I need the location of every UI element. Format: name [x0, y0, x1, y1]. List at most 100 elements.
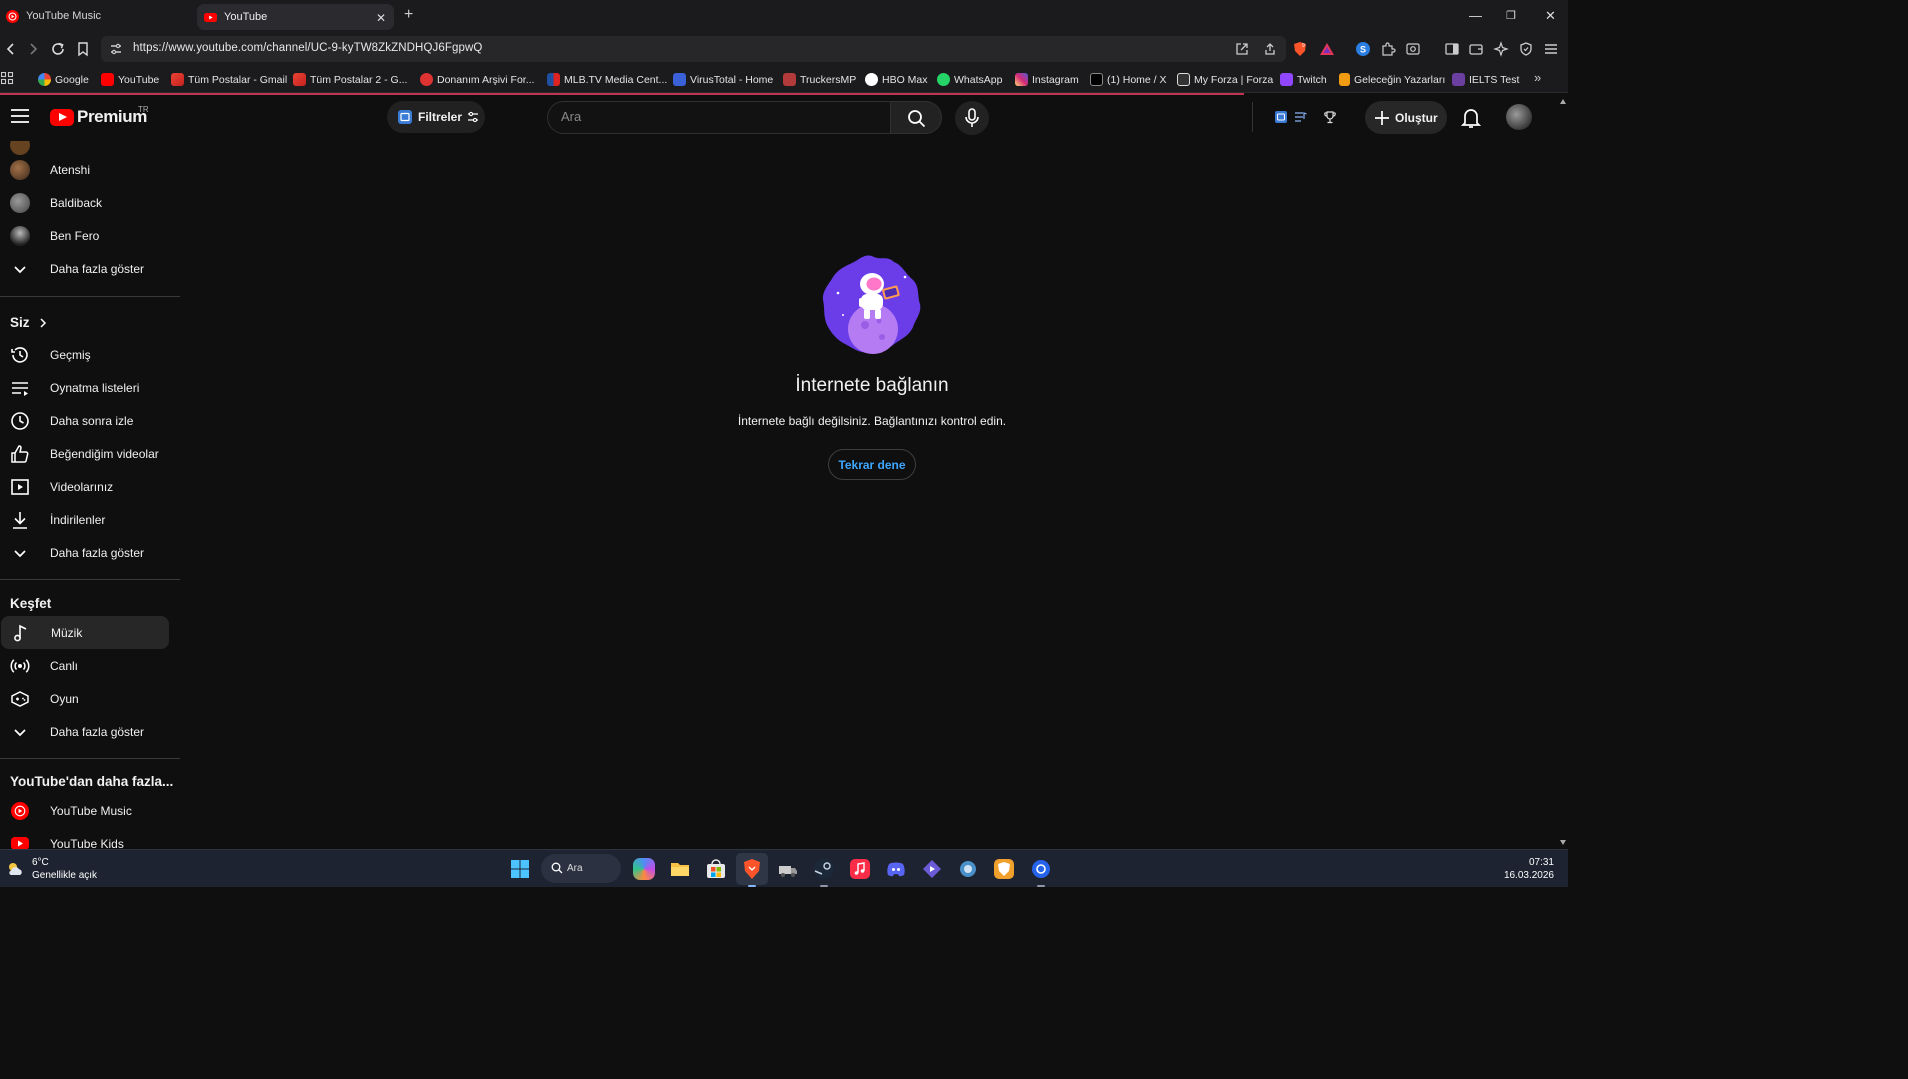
- extensions-puzzle-icon[interactable]: [1380, 41, 1396, 57]
- leo-ai-icon[interactable]: [1493, 41, 1509, 57]
- sidebar-item-label: Oyun: [50, 691, 79, 706]
- steam-icon[interactable]: [813, 858, 835, 880]
- sidebar-item-liked-videos[interactable]: Beğendiğim videolar: [0, 437, 168, 470]
- restore-window-button[interactable]: ❐: [1506, 9, 1516, 22]
- windows-start-icon[interactable]: [509, 858, 531, 880]
- bookmark-gmail[interactable]: Tüm Postalar - Gmail: [171, 71, 287, 88]
- gmail-icon: [293, 73, 306, 86]
- copilot-icon[interactable]: [633, 858, 655, 880]
- account-avatar[interactable]: [1506, 104, 1532, 130]
- you-section-header[interactable]: Siz: [10, 315, 48, 330]
- bookmark-ielts-test[interactable]: IELTS Test: [1452, 71, 1519, 88]
- url-text[interactable]: https://www.youtube.com/channel/UC-9-kyT…: [133, 42, 482, 54]
- truck-game-icon[interactable]: [777, 858, 799, 880]
- weather-widget[interactable]: 6°C Genellikle açık: [6, 856, 97, 882]
- settings-app-icon[interactable]: [1030, 858, 1052, 880]
- notifications-bell-icon[interactable]: [1461, 107, 1481, 129]
- show-more-explore-button[interactable]: Daha fazla göster: [0, 715, 168, 748]
- bookmark-hbo-max[interactable]: HBO Max: [865, 71, 928, 88]
- system-clock[interactable]: 07:31 16.03.2026: [1504, 856, 1554, 882]
- open-in-app-icon[interactable]: [1235, 42, 1249, 56]
- subscription-atenshi[interactable]: Atenshi: [0, 153, 168, 186]
- guide-menu-icon[interactable]: [11, 109, 29, 123]
- bookmark-my-forza[interactable]: My Forza | Forza: [1177, 71, 1273, 88]
- back-icon[interactable]: [3, 41, 19, 57]
- menu-hamburger-icon[interactable]: [1543, 41, 1559, 57]
- trophy-icon[interactable]: [1323, 110, 1337, 124]
- vpn-shield-icon[interactable]: [1518, 41, 1534, 57]
- sidebar-item-your-videos[interactable]: Videolarınız: [0, 470, 168, 503]
- reload-icon[interactable]: [50, 41, 66, 57]
- bookmark-gelecegin-yazarlari[interactable]: Geleceğin Yazarları: [1339, 71, 1445, 88]
- page-scrollbar[interactable]: [1558, 95, 1568, 849]
- site-info-icon[interactable]: [109, 42, 123, 56]
- subscription-ben-fero[interactable]: Ben Fero: [0, 219, 168, 252]
- bookmark-truckersmp[interactable]: TruckersMP: [783, 71, 856, 88]
- sidebar-item-downloads[interactable]: İndirilenler: [0, 503, 168, 536]
- search-button[interactable]: [890, 101, 942, 134]
- brave-browser-icon[interactable]: [741, 858, 763, 880]
- bookmark-page-icon[interactable]: [75, 41, 91, 57]
- sidebar-item-label: Daha fazla göster: [50, 261, 145, 276]
- bookmark-mlbtv[interactable]: MLB.TV Media Cent...: [547, 71, 667, 88]
- close-window-button[interactable]: ✕: [1545, 8, 1556, 24]
- filters-button[interactable]: Filtreler: [387, 101, 485, 133]
- wallet-icon[interactable]: [1468, 41, 1484, 57]
- show-more-you-button[interactable]: Daha fazla göster: [0, 536, 168, 569]
- instagram-icon: [1015, 73, 1028, 86]
- more-bookmarks-chevron-icon[interactable]: »: [1534, 70, 1541, 85]
- address-bar[interactable]: https://www.youtube.com/channel/UC-9-kyT…: [101, 36, 1286, 62]
- brave-shields-icon[interactable]: 9: [1292, 41, 1308, 57]
- bookmark-label: Instagram: [1032, 73, 1079, 86]
- queue-list-icon[interactable]: [1294, 111, 1307, 123]
- youtube-premium-logo[interactable]: Premium TR: [50, 105, 149, 127]
- microsoft-store-icon[interactable]: [705, 858, 727, 880]
- media-player-icon[interactable]: [921, 858, 943, 880]
- show-more-subscriptions-button[interactable]: Daha fazla göster: [0, 252, 168, 285]
- filter-extension-icon[interactable]: [1275, 111, 1287, 123]
- tab-youtube-music[interactable]: YouTube Music: [0, 0, 196, 32]
- forward-icon[interactable]: [25, 41, 41, 57]
- subscription-baldiback[interactable]: Baldiback: [0, 186, 168, 219]
- new-tab-button[interactable]: +: [404, 6, 413, 24]
- bookmark-x-home[interactable]: (1) Home / X: [1090, 71, 1167, 88]
- discord-icon[interactable]: [885, 858, 907, 880]
- chevron-down-icon: [14, 265, 26, 273]
- minimize-window-button[interactable]: —: [1469, 8, 1482, 23]
- bookmark-label: Twitch: [1297, 73, 1327, 86]
- share-icon[interactable]: [1263, 42, 1277, 56]
- sidebar-toggle-icon[interactable]: [1444, 41, 1460, 57]
- bookmark-instagram[interactable]: Instagram: [1015, 71, 1079, 88]
- sidebar-item-watch-later[interactable]: Daha sonra izle: [0, 404, 168, 437]
- sidebar-item-playlists[interactable]: Oynatma listeleri: [0, 371, 168, 404]
- sidebar-item-live[interactable]: Canlı: [0, 649, 168, 682]
- sidebar-item-music[interactable]: Müzik: [1, 616, 169, 649]
- taskbar-search[interactable]: Ara: [541, 854, 621, 883]
- bookmark-donanim-arsivi[interactable]: Donanım Arşivi For...: [420, 71, 534, 88]
- bookmark-whatsapp[interactable]: WhatsApp: [937, 71, 1002, 88]
- screenshot-extension-icon[interactable]: [1405, 41, 1421, 57]
- retry-button[interactable]: Tekrar dene: [828, 449, 916, 480]
- apps-grid-icon[interactable]: [1, 72, 14, 85]
- bookmark-twitch[interactable]: Twitch: [1280, 71, 1327, 88]
- apple-music-icon[interactable]: [849, 858, 871, 880]
- bookmark-google[interactable]: Google: [38, 71, 89, 88]
- close-tab-icon[interactable]: ✕: [376, 11, 386, 25]
- search-input[interactable]: [561, 109, 861, 124]
- file-explorer-icon[interactable]: [669, 858, 691, 880]
- bookmark-youtube[interactable]: YouTube: [101, 71, 159, 88]
- network-app-icon[interactable]: [957, 858, 979, 880]
- sidebar-item-gaming[interactable]: Oyun: [0, 682, 168, 715]
- sidebar-item-history[interactable]: Geçmiş: [0, 338, 168, 371]
- voice-search-button[interactable]: [955, 101, 989, 135]
- tab-youtube[interactable]: YouTube ✕: [197, 4, 394, 30]
- sidebar-item-youtube-kids[interactable]: YouTube Kids: [0, 827, 168, 849]
- bookmark-virustotal[interactable]: VirusTotal - Home: [673, 71, 773, 88]
- brave-rewards-icon[interactable]: [1319, 41, 1335, 57]
- bookmark-gmail-2[interactable]: Tüm Postalar 2 - G...: [293, 71, 407, 88]
- brave-beta-icon[interactable]: [993, 858, 1015, 880]
- astronaut-on-planet-illustration: [822, 255, 921, 354]
- extension-s-icon[interactable]: S: [1355, 41, 1371, 57]
- sidebar-item-youtube-music[interactable]: YouTube Music: [0, 794, 168, 827]
- create-button[interactable]: Oluştur: [1365, 101, 1447, 134]
